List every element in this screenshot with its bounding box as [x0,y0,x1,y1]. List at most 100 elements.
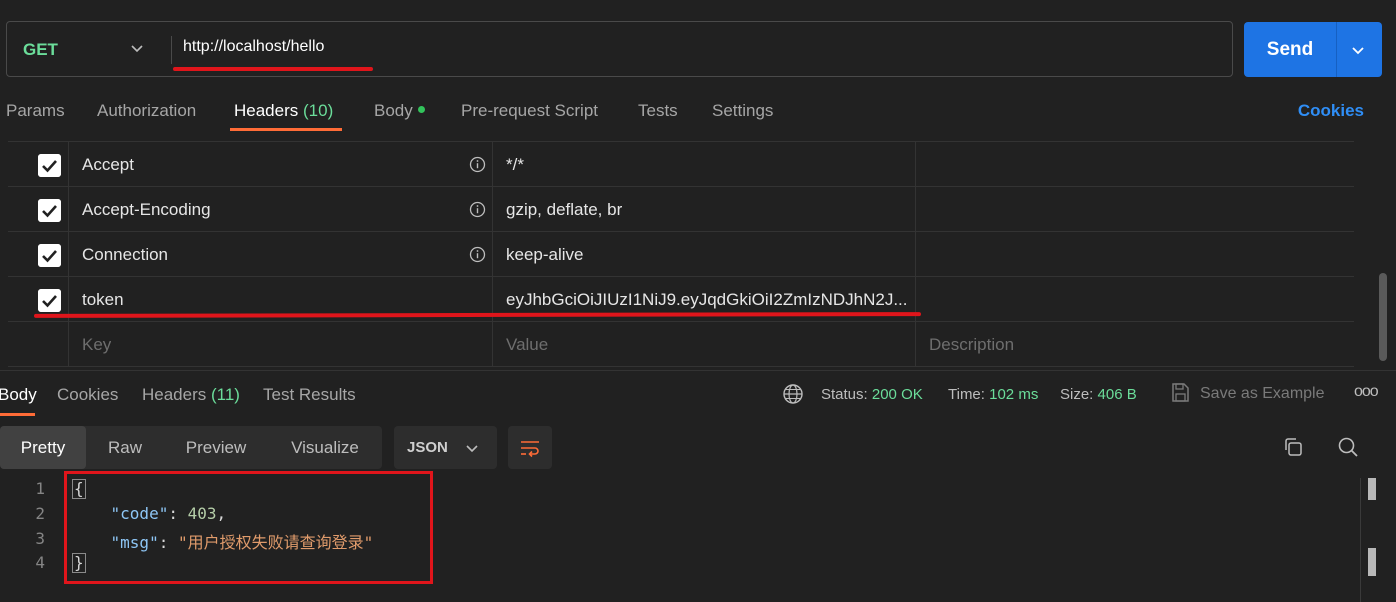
header-value-cell[interactable]: gzip, deflate, br [493,187,916,232]
header-value: eyJhbGciOiJIUzI1NiJ9.eyJqdGkiOiI2ZmIzNDJ… [506,290,908,309]
save-as-example-button[interactable]: Save as Example [1200,385,1325,403]
header-value: gzip, deflate, br [506,200,623,219]
line-number: 3 [35,529,45,548]
url-input[interactable]: http://localhost/hello [183,38,324,56]
size-value: 406 B [1097,386,1137,403]
active-tab-indicator [230,128,342,131]
highlight-underline [173,67,373,71]
tab-response-headers-label: Headers [142,385,207,404]
info-icon[interactable] [469,246,486,263]
view-preview[interactable]: Preview [166,426,266,469]
tab-response-body[interactable]: Body [0,385,37,405]
line-number: 2 [35,504,45,523]
table-scrollbar[interactable] [1379,273,1387,361]
header-description-cell[interactable]: Description [916,322,1354,367]
tab-test-results[interactable]: Test Results [263,385,356,405]
header-key: Connection [82,245,169,264]
view-mode-group: Pretty Raw Preview Visualize [0,426,382,469]
checkbox-cell [8,142,69,187]
method-select[interactable]: GET [23,40,58,60]
headers-table: Accept */* Accept-Encoding gzip, deflate… [8,141,1354,367]
header-description-cell[interactable] [916,142,1354,187]
code-scrollbar[interactable] [1368,478,1376,500]
save-icon[interactable] [1170,382,1190,404]
table-row-new: Key Value Description [8,322,1354,367]
header-key-cell[interactable]: Accept [69,142,493,187]
format-select[interactable]: JSON [394,426,497,469]
tab-settings[interactable]: Settings [712,101,773,121]
size-readout[interactable]: Size: 406 B [1060,386,1137,403]
tab-headers[interactable]: Headers (10) [234,101,333,121]
format-label: JSON [407,439,448,456]
send-button[interactable]: Send [1244,22,1382,77]
search-icon[interactable] [1337,436,1359,458]
body-indicator-dot [417,106,425,113]
header-key: token [82,290,124,309]
chevron-down-icon[interactable] [1350,42,1366,58]
wrap-lines-icon [521,441,539,458]
line-number: 4 [35,553,45,572]
header-key-cell[interactable]: Accept-Encoding [69,187,493,232]
tab-response-cookies[interactable]: Cookies [57,385,118,405]
checkbox-cell [8,322,69,367]
status-label: Status: [821,386,868,403]
tab-tests[interactable]: Tests [638,101,678,121]
table-row: Accept */* [8,142,1354,187]
tab-params[interactable]: Params [6,101,65,121]
tab-body[interactable]: Body [374,101,425,121]
tab-authorization[interactable]: Authorization [97,101,196,121]
view-raw[interactable]: Raw [88,426,162,469]
header-key: Accept-Encoding [82,200,211,219]
tab-response-headers-count: (11) [211,385,240,404]
header-value-cell[interactable]: keep-alive [493,232,916,277]
divider [1336,22,1337,77]
cookies-link[interactable]: Cookies [1298,101,1364,121]
header-value-cell[interactable]: */* [493,142,916,187]
info-icon[interactable] [469,156,486,173]
code-scrollbar-marker [1368,548,1376,576]
chevron-down-icon[interactable] [129,40,145,56]
response-bar: Body Cookies Headers (11) Test Results S… [0,370,1396,416]
header-description-cell[interactable] [916,232,1354,277]
header-description-cell[interactable] [916,187,1354,232]
header-key-cell[interactable]: Key [69,322,493,367]
key-placeholder: Key [82,335,112,354]
header-value: */* [506,155,524,174]
header-description-cell[interactable] [916,277,1354,322]
value-placeholder: Value [506,335,549,354]
more-options-button[interactable]: ooo [1354,383,1379,401]
table-row: Connection keep-alive [8,232,1354,277]
time-value: 102 ms [989,386,1039,403]
tab-prerequest-script[interactable]: Pre-request Script [461,101,598,121]
status-readout[interactable]: Status: 200 OK [821,386,923,403]
divider [171,36,172,64]
status-value: 200 OK [871,386,923,403]
checkbox-checked-icon[interactable] [38,154,61,177]
view-pretty[interactable]: Pretty [0,426,86,469]
description-placeholder: Description [929,335,1015,354]
divider [1360,478,1361,602]
header-value-cell[interactable]: Value [493,322,916,367]
table-row: Accept-Encoding gzip, deflate, br [8,187,1354,232]
size-label: Size: [1060,386,1094,403]
highlight-box [64,471,433,584]
checkbox-cell [8,187,69,232]
send-label[interactable]: Send [1244,22,1336,77]
checkbox-checked-icon[interactable] [38,244,61,267]
checkbox-checked-icon[interactable] [38,199,61,222]
request-tabs: Params Authorization Headers (10) Body P… [0,99,1396,133]
line-number: 1 [35,479,45,498]
checkbox-cell [8,232,69,277]
header-key: Accept [82,155,134,174]
tab-headers-label: Headers [234,101,299,120]
header-key-cell[interactable]: Connection [69,232,493,277]
tab-response-headers[interactable]: Headers (11) [142,385,240,405]
view-visualize[interactable]: Visualize [272,426,378,469]
wrap-lines-button[interactable] [508,426,552,469]
time-readout[interactable]: Time: 102 ms [948,386,1038,403]
checkbox-checked-icon[interactable] [38,289,61,312]
header-value: keep-alive [506,245,584,264]
copy-icon[interactable] [1282,436,1304,458]
globe-icon[interactable] [782,383,804,405]
info-icon[interactable] [469,201,486,218]
